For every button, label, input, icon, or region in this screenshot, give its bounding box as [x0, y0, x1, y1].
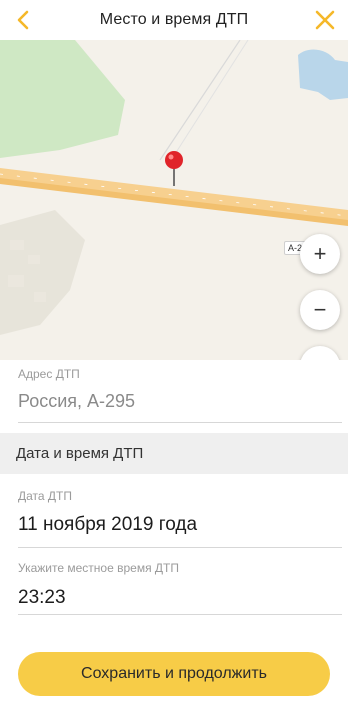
- navigation-arrow-icon: [312, 358, 328, 360]
- map-background: [0, 40, 348, 360]
- date-field[interactable]: Дата ДТП 11 ноября 2019 года: [18, 489, 342, 548]
- date-time-section-header: Дата и время ДТП: [0, 433, 348, 474]
- chevron-left-icon: [17, 10, 29, 30]
- address-underline: [18, 422, 342, 423]
- back-button[interactable]: [8, 6, 38, 34]
- zoom-in-button[interactable]: +: [300, 234, 340, 274]
- map-view[interactable]: А-295 + − Янд: [0, 40, 348, 360]
- address-value[interactable]: Россия, А-295: [18, 391, 330, 412]
- date-value[interactable]: 11 ноября 2019 года: [18, 514, 330, 536]
- header-bar: Место и время ДТП: [0, 0, 348, 40]
- time-label: Укажите местное время ДТП: [18, 561, 179, 575]
- close-icon: [315, 10, 335, 30]
- address-field[interactable]: Адрес ДТП Россия, А-295: [18, 367, 342, 423]
- time-underline: [18, 614, 342, 615]
- plus-icon: +: [313, 241, 327, 266]
- date-label: Дата ДТП: [18, 489, 72, 503]
- section-title: Дата и время ДТП: [16, 445, 144, 462]
- page-title: Место и время ДТП: [99, 11, 249, 28]
- address-label: Адрес ДТП: [18, 367, 80, 381]
- close-button[interactable]: [310, 6, 340, 34]
- save-and-continue-button[interactable]: Сохранить и продолжить: [18, 652, 330, 696]
- time-field[interactable]: Укажите местное время ДТП 23:23: [18, 561, 342, 617]
- save-button-label: Сохранить и продолжить: [81, 665, 267, 682]
- time-value[interactable]: 23:23: [18, 587, 330, 609]
- minus-icon: −: [313, 297, 327, 322]
- zoom-out-button[interactable]: −: [300, 290, 340, 330]
- date-underline: [18, 547, 342, 548]
